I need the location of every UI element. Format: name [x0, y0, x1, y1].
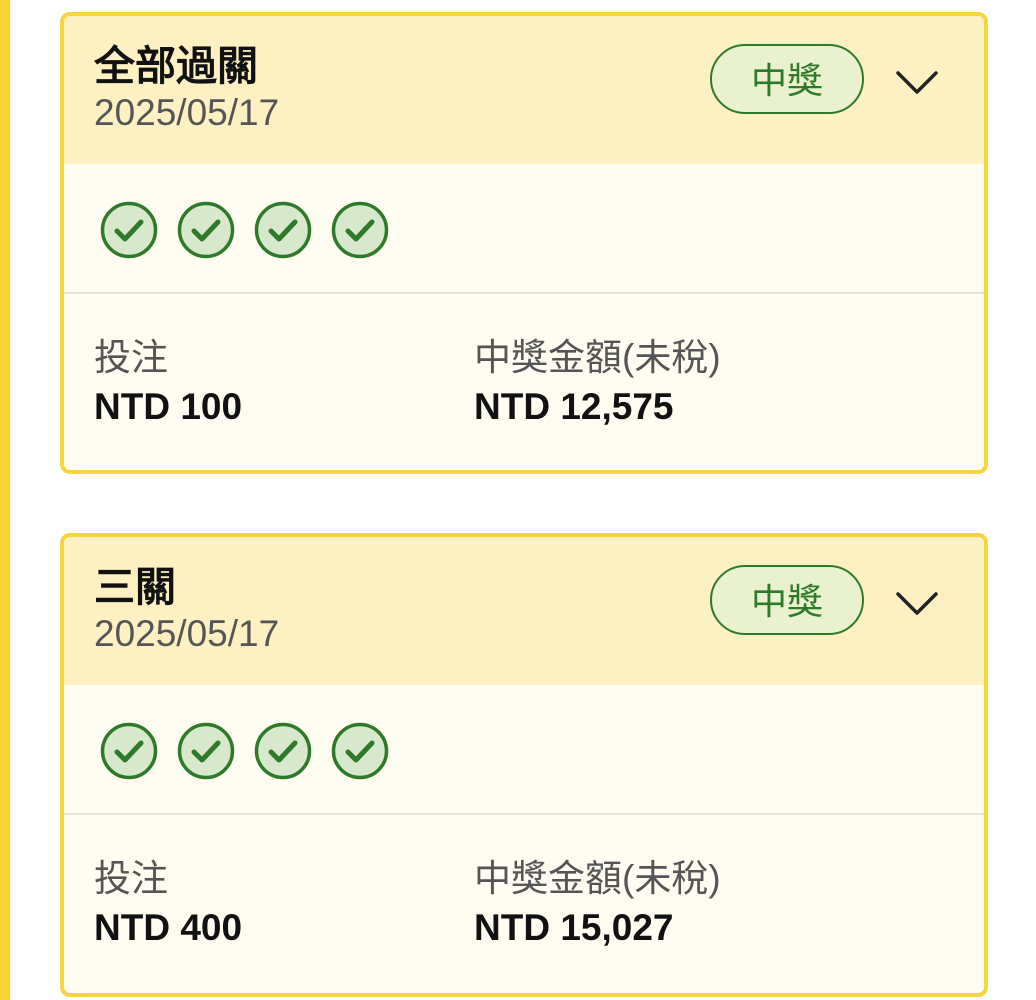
left-accent-bar [0, 0, 10, 1000]
stake-block: 投注 NTD 400 [94, 855, 242, 953]
chevron-down-icon [896, 71, 938, 94]
payout-label: 中獎金額(未稅) [474, 858, 721, 899]
check-circle-icon [254, 722, 312, 780]
payout-block: 中獎金額(未稅) NTD 15,027 [474, 855, 721, 953]
bet-amounts-row: 投注 NTD 400 中獎金額(未稅) NTD 15,027 [64, 815, 984, 989]
bet-amounts-row: 投注 NTD 100 中獎金額(未稅) NTD 12,575 [64, 294, 984, 468]
stake-label: 投注 [94, 337, 168, 378]
bet-history-page: 全部過關 2025/05/17 中獎 投注 NTD 100 中獎金額(未稅) N… [0, 0, 1036, 1000]
bet-card-header[interactable]: 三關 2025/05/17 中獎 [64, 537, 984, 685]
check-circle-icon [177, 201, 235, 259]
bet-card[interactable]: 全部過關 2025/05/17 中獎 投注 NTD 100 中獎金額(未稅) N… [60, 12, 988, 474]
status-badge: 中獎 [710, 565, 864, 635]
stake-block: 投注 NTD 100 [94, 334, 242, 432]
payout-value: NTD 12,575 [474, 386, 674, 427]
legs-result-row [64, 685, 984, 815]
check-circle-icon [254, 201, 312, 259]
check-circle-icon [100, 201, 158, 259]
bet-card-header[interactable]: 全部過關 2025/05/17 中獎 [64, 16, 984, 164]
bet-date: 2025/05/17 [94, 613, 280, 654]
payout-value: NTD 15,027 [474, 907, 674, 948]
stake-value: NTD 400 [94, 907, 243, 948]
bet-title: 三關 [94, 564, 176, 610]
check-circle-icon [177, 722, 235, 780]
status-badge: 中獎 [710, 44, 864, 114]
expand-toggle-button[interactable] [892, 583, 942, 623]
stake-value: NTD 100 [94, 386, 243, 427]
check-circle-icon [331, 201, 389, 259]
payout-block: 中獎金額(未稅) NTD 12,575 [474, 334, 721, 432]
stake-label: 投注 [94, 858, 168, 899]
chevron-down-icon [896, 592, 938, 615]
bet-title: 全部過關 [94, 43, 258, 89]
check-circle-icon [331, 722, 389, 780]
check-circle-icon [100, 722, 158, 780]
payout-label: 中獎金額(未稅) [474, 337, 721, 378]
bet-card[interactable]: 三關 2025/05/17 中獎 投注 NTD 400 中獎金額(未稅) NTD… [60, 533, 988, 997]
legs-result-row [64, 164, 984, 294]
bet-date: 2025/05/17 [94, 92, 280, 133]
expand-toggle-button[interactable] [892, 62, 942, 102]
